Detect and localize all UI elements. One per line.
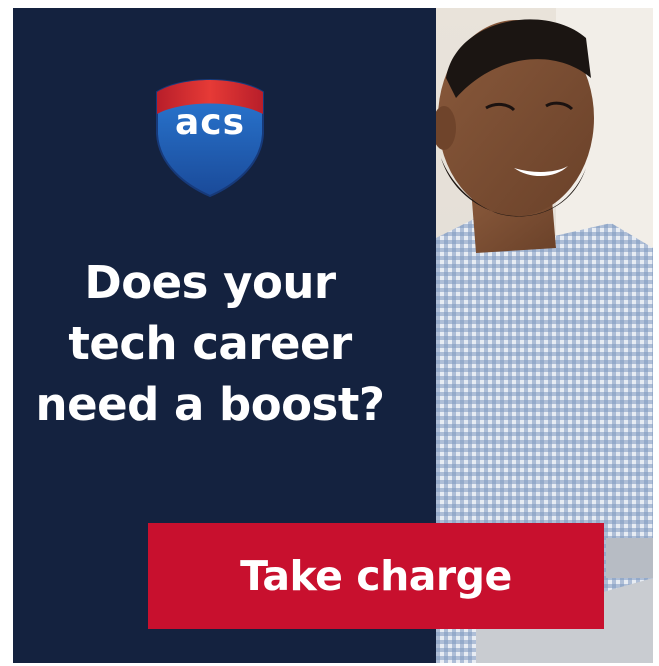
headline-line-3: need a boost? — [35, 378, 385, 431]
headline-line-1: Does your — [84, 256, 336, 309]
advertisement-banner[interactable]: acs Does your tech career need a boost? … — [13, 8, 653, 663]
acs-logo-text: acs — [174, 102, 246, 143]
take-charge-button[interactable]: Take charge — [148, 523, 604, 629]
headline-line-2: tech career — [68, 317, 352, 370]
headline: Does your tech career need a boost? — [13, 252, 407, 435]
